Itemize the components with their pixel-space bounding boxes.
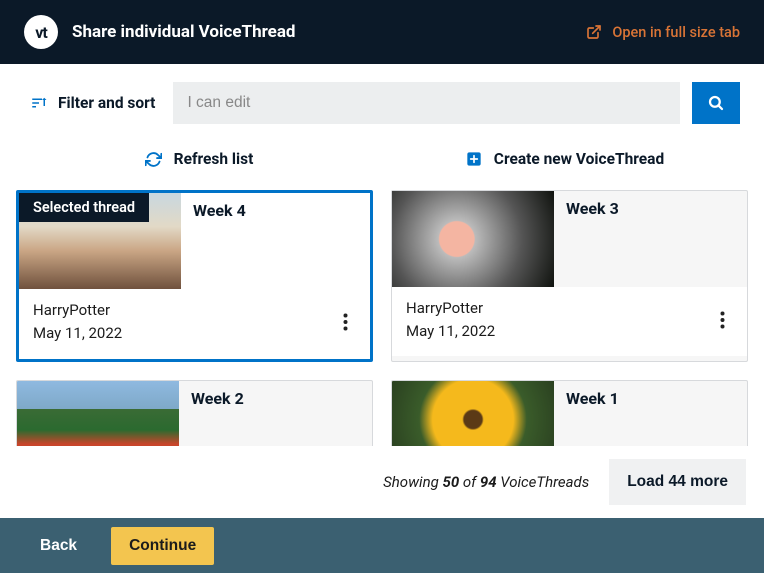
continue-button[interactable]: Continue [111,527,214,565]
card-title-wrap: Week 3 [554,191,747,287]
showing-count: Showing 50 of 94 VoiceThreads [383,473,589,491]
card-top: Week 3 [392,191,747,287]
status-bar: Showing 50 of 94 VoiceThreads Load 44 mo… [0,446,764,518]
search-icon [707,94,725,112]
selected-badge: Selected thread [19,193,149,222]
header: vt Share individual VoiceThread Open in … [0,0,764,64]
refresh-label: Refresh list [174,150,254,168]
create-new-button[interactable]: Create new VoiceThread [382,146,748,172]
action-row: Refresh list Create new VoiceThread [0,142,764,190]
thread-card[interactable]: Selected thread Week 4 HarryPotter May 1… [16,190,373,362]
thread-meta: HarryPotter May 11, 2022 [33,299,122,344]
kebab-icon [343,313,348,331]
card-title-wrap: Week 1 [554,381,747,450]
showing-prefix: Showing [383,473,442,491]
card-top: Week 2 [17,381,372,450]
vt-logo: vt [24,15,58,49]
kebab-icon [720,311,725,329]
thread-title: Week 4 [193,201,358,220]
load-more-button[interactable]: Load 44 more [609,459,746,505]
thread-card[interactable]: Week 2 [16,380,373,450]
refresh-icon [145,151,162,168]
card-title-wrap: Week 4 [181,193,370,289]
thread-author: HarryPotter [33,299,122,322]
search-button[interactable] [692,82,740,124]
thread-card[interactable]: Week 1 [391,380,748,450]
showing-of: of [459,473,480,491]
thread-card[interactable]: Week 3 HarryPotter May 11, 2022 [391,190,748,362]
thread-meta: HarryPotter May 11, 2022 [406,297,495,342]
card-title-wrap: Week 2 [179,381,372,450]
thread-date: May 11, 2022 [406,320,495,343]
footer: Back Continue [0,518,764,573]
showing-total-num: 94 [480,473,497,491]
thread-title: Week 1 [566,389,735,408]
open-full-tab-link[interactable]: Open in full size tab [586,24,740,41]
card-top: Week 1 [392,381,747,450]
thread-author: HarryPotter [406,297,495,320]
thread-thumbnail [392,381,554,450]
back-button[interactable]: Back [24,529,93,563]
thread-thumbnail [392,191,554,287]
showing-count-num: 50 [442,473,459,491]
external-link-icon [586,24,602,40]
header-left: vt Share individual VoiceThread [24,15,296,49]
filter-sort-label: Filter and sort [58,94,155,112]
page-title: Share individual VoiceThread [72,22,296,42]
showing-suffix: VoiceThreads [497,473,590,491]
open-full-tab-label: Open in full size tab [612,24,740,41]
thread-menu-button[interactable] [712,307,733,333]
thread-menu-button[interactable] [335,309,356,335]
refresh-list-button[interactable]: Refresh list [16,146,382,172]
filter-sort-button[interactable]: Filter and sort [24,88,161,118]
filter-sort-icon [30,94,48,112]
card-footer: HarryPotter May 11, 2022 [19,289,370,358]
create-new-label: Create new VoiceThread [494,150,664,168]
card-footer: HarryPotter May 11, 2022 [392,287,747,356]
thread-date: May 11, 2022 [33,322,122,345]
search-input[interactable] [173,82,680,124]
filter-row: Filter and sort [0,64,764,142]
thread-thumbnail [17,381,179,450]
plus-square-icon [466,151,482,167]
thread-grid: Selected thread Week 4 HarryPotter May 1… [0,190,764,450]
thread-title: Week 3 [566,199,735,218]
thread-title: Week 2 [191,389,360,408]
